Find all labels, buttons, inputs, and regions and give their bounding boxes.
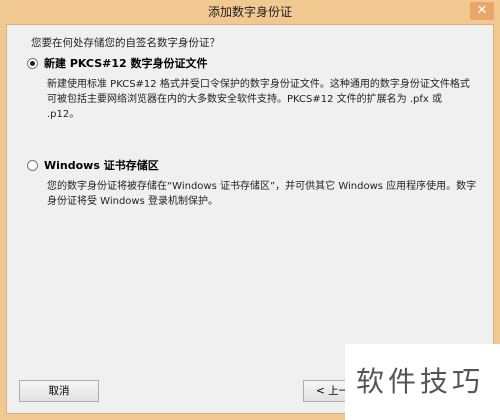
radio-pkcs12[interactable]	[27, 57, 38, 69]
option-windows-store[interactable]: Windows 证书存储区	[27, 157, 159, 173]
watermark-logo: 软件技巧	[356, 365, 485, 398]
radio-windows-store[interactable]	[27, 159, 38, 171]
option-pkcs12[interactable]: 新建 PKCS#12 数字身份证文件	[27, 55, 207, 71]
option-pkcs12-description: 新建使用标准 PKCS#12 格式并受口令保护的数字身份证文件。这种通用的数字身…	[47, 79, 470, 120]
cancel-button[interactable]: 取消	[19, 380, 99, 402]
option-windows-store-label: Windows 证书存储区	[44, 159, 159, 172]
option-pkcs12-label: 新建 PKCS#12 数字身份证文件	[44, 57, 208, 70]
option-windows-store-description: 您的数字身份证将被存储在“Windows 证书存储区”，并可供其它 Window…	[47, 181, 477, 207]
storage-prompt: 您要在何处存储您的自签名数字身份证？	[31, 37, 220, 49]
title-bar: 添加数字身份证 ✕	[0, 0, 500, 24]
close-icon: ✕	[476, 3, 488, 18]
close-button[interactable]: ✕	[470, 2, 494, 20]
window-title: 添加数字身份证	[207, 5, 292, 19]
